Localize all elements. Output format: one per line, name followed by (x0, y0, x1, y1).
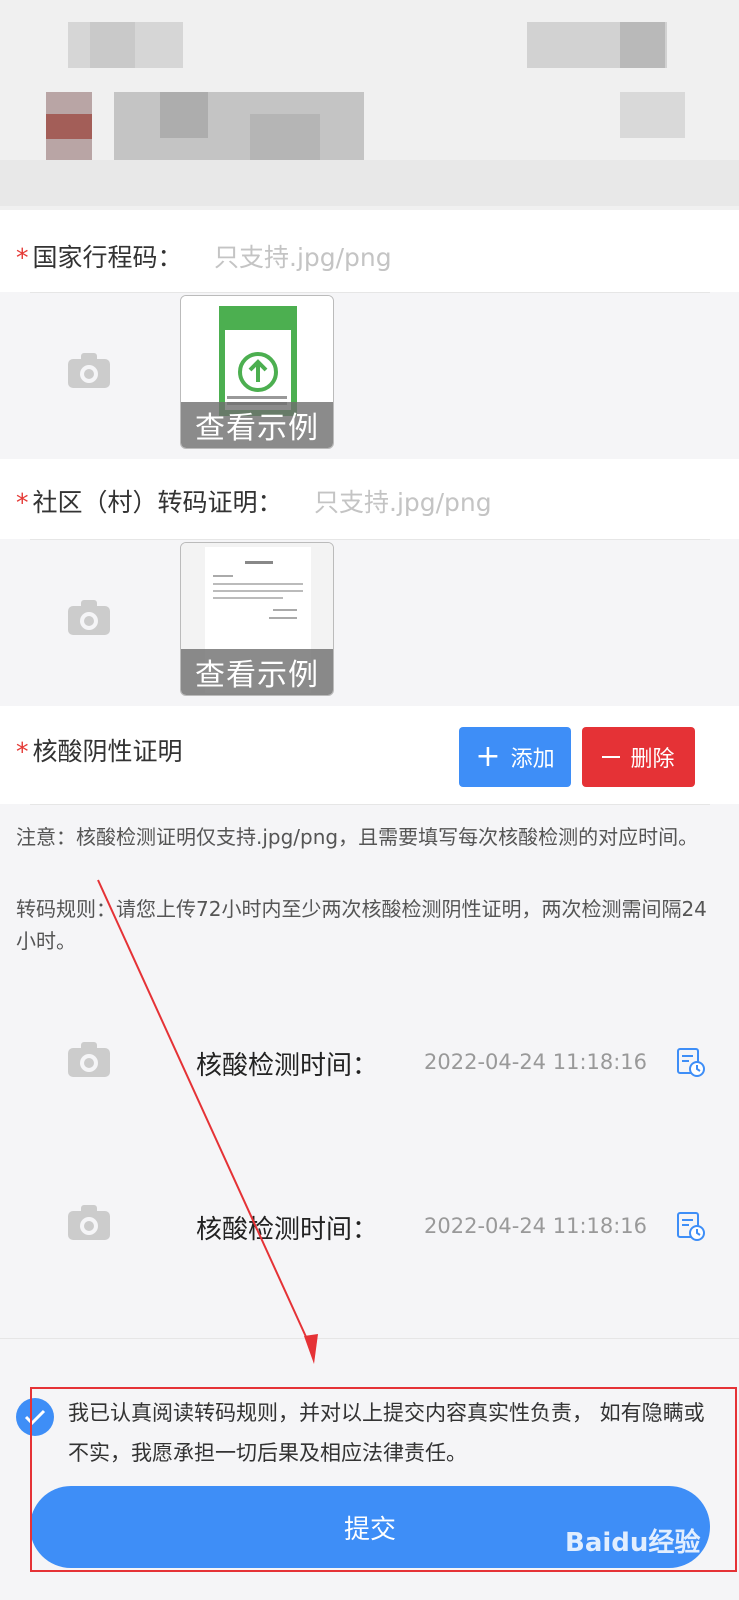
annotation-arrow (97, 879, 318, 1364)
watermark: Baidu经验 (565, 1528, 701, 1558)
